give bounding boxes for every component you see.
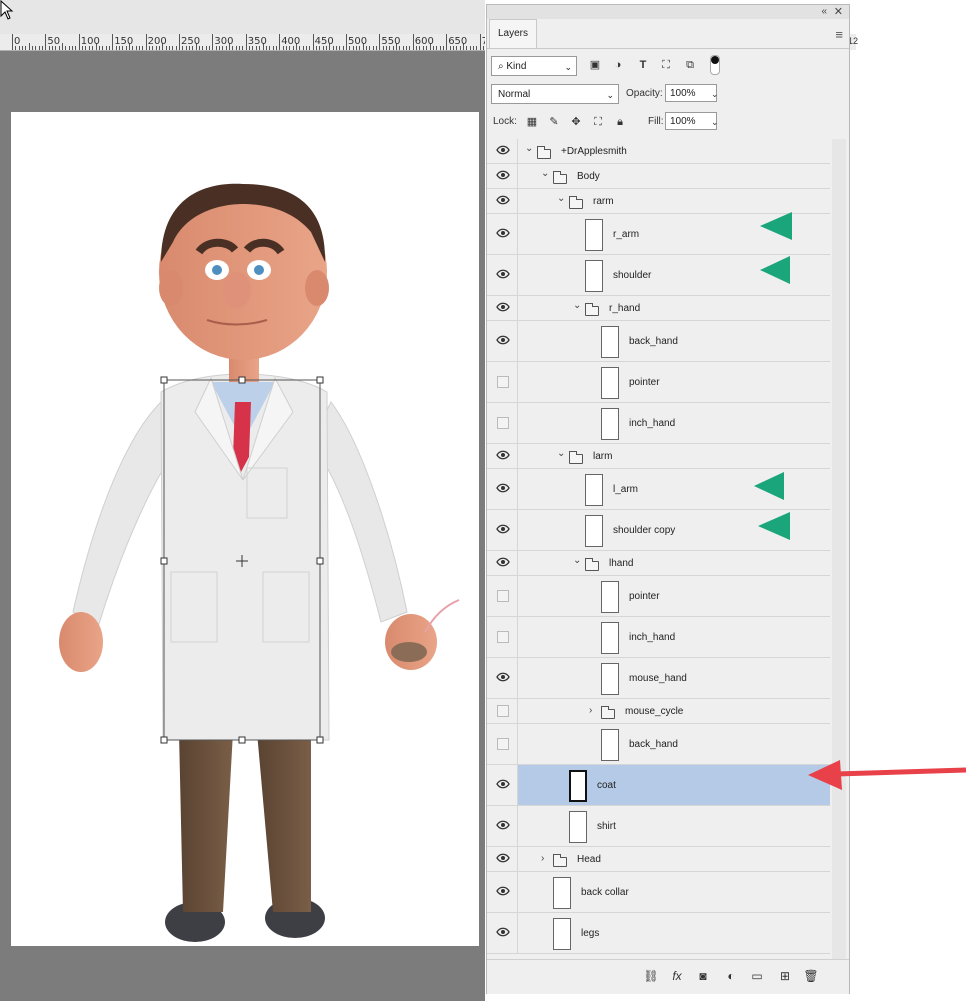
annotation-overlay — [754, 212, 967, 790]
annotation-arrow-green — [758, 512, 790, 540]
annotation-arrow-green — [760, 256, 790, 284]
annotation-arrow-green — [760, 212, 792, 240]
annotation-arrow-green — [754, 472, 784, 500]
annotation-arrow-red — [835, 767, 967, 777]
annotation-arrowhead-red — [808, 760, 842, 790]
